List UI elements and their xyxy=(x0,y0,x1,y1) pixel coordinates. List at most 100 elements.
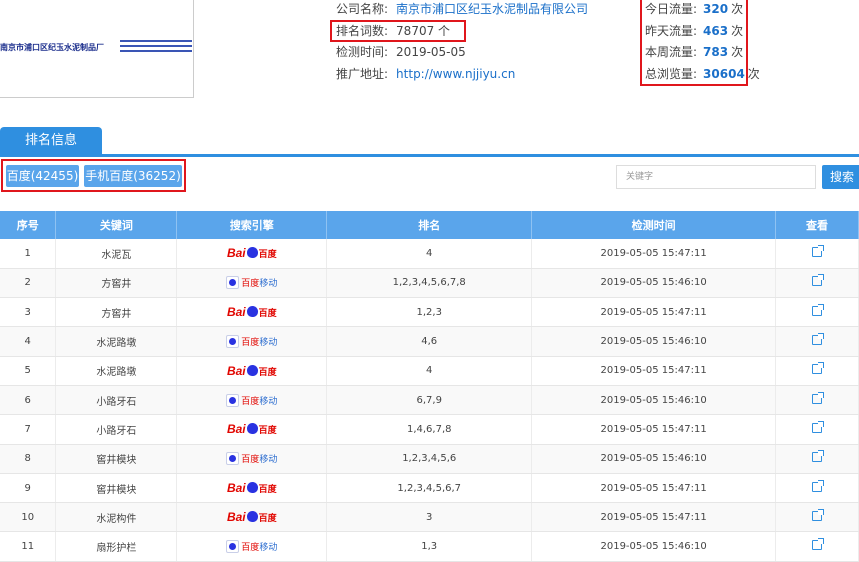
row-engine: 百度移动 xyxy=(176,326,328,357)
company-link[interactable]: 南京市浦口区纪玉水泥制品有限公司 xyxy=(396,2,588,16)
baidu-logo-bai: Bai xyxy=(226,481,246,496)
row-keyword: 窖井模块 xyxy=(55,473,178,504)
row-time: 2019-05-05 15:46:10 xyxy=(531,326,777,357)
row-keyword: 小路牙石 xyxy=(55,414,178,445)
row-time: 2019-05-05 15:47:11 xyxy=(531,502,777,533)
baidu-logo-du: 百度 xyxy=(258,309,277,320)
row-engine: Bai 百度 xyxy=(176,502,328,533)
row-no: 4 xyxy=(0,326,57,357)
row-view xyxy=(775,473,859,504)
row-view xyxy=(775,356,859,386)
table-row: 7 小路牙石 Bai 百度 1,4,6,7,8 2019-05-05 15:47:11 xyxy=(0,414,859,445)
table-header-row: 序号 关键词 搜索引擎 排名 检测时间 查看 xyxy=(0,211,859,239)
baidu-mobile-text-a: 百度 xyxy=(241,396,260,407)
baidu-logo-bai: Bai xyxy=(226,422,246,437)
row-no: 5 xyxy=(0,356,57,386)
baidu-mobile-text-b: 移动 xyxy=(259,338,278,349)
baidu-logo-du: 百度 xyxy=(258,250,277,261)
external-link-icon[interactable] xyxy=(812,450,824,463)
row-keyword: 水泥构件 xyxy=(55,502,178,533)
row-engine: 百度移动 xyxy=(176,385,328,416)
baidu-mobile-logo-icon: 百度移动 xyxy=(226,335,278,349)
baidu-logo-bai: Bai xyxy=(226,363,246,378)
row-rank: 4 xyxy=(326,356,533,386)
row-no: 2 xyxy=(0,268,57,299)
row-view xyxy=(775,414,859,445)
row-view xyxy=(775,531,859,562)
row-engine: Bai 百度 xyxy=(176,239,328,269)
row-rank: 3 xyxy=(326,502,533,533)
external-link-icon[interactable] xyxy=(812,274,824,287)
external-link-icon[interactable] xyxy=(812,244,824,257)
baidu-paw-icon xyxy=(246,482,258,494)
baidu-mobile-text-b: 移动 xyxy=(259,279,278,290)
baidu-paw-icon xyxy=(246,423,258,435)
row-time: 2019-05-05 15:46:10 xyxy=(531,385,777,416)
header-time: 检测时间 xyxy=(531,211,777,239)
company-label: 公司名称: xyxy=(336,2,389,16)
external-link-icon[interactable] xyxy=(812,362,824,375)
check-date-label: 检测时间: xyxy=(336,45,389,59)
baidu-mobile-text-b: 移动 xyxy=(259,455,278,466)
row-view xyxy=(775,502,859,533)
baidu-logo-icon: Bai 百度 xyxy=(227,246,277,260)
external-link-icon[interactable] xyxy=(812,303,824,316)
baidu-mobile-text-b: 移动 xyxy=(259,396,278,407)
engine-filter-highlight xyxy=(1,159,186,192)
baidu-logo-icon: Bai 百度 xyxy=(227,481,277,495)
external-link-icon[interactable] xyxy=(812,508,824,521)
external-link-icon[interactable] xyxy=(812,538,824,551)
row-time: 2019-05-05 15:47:11 xyxy=(531,414,777,445)
table-row: 9 窖井模块 Bai 百度 1,2,3,4,5,6,7 2019-05-05 15:47:… xyxy=(0,473,859,504)
baidu-logo-du: 百度 xyxy=(258,514,277,525)
table-row: 8 窖井模块 百度移动 1,2,3,4,5,6 2019-05-05 15:46:10 xyxy=(0,444,859,474)
external-link-icon[interactable] xyxy=(812,420,824,433)
logo-company-name: 南京市浦口区纪玉水泥制品厂 xyxy=(0,42,104,52)
header-engine: 搜索引擎 xyxy=(176,211,328,239)
tab-underline xyxy=(0,154,859,157)
baidu-mobile-square-icon xyxy=(226,393,240,407)
row-view xyxy=(775,239,859,269)
keyword-search-input[interactable]: 关键字 xyxy=(616,165,816,189)
row-view xyxy=(775,326,859,357)
row-no: 1 xyxy=(0,239,57,269)
row-view xyxy=(775,385,859,416)
row-time: 2019-05-05 15:47:11 xyxy=(531,473,777,504)
baidu-mobile-square-icon xyxy=(226,452,240,466)
row-engine: Bai 百度 xyxy=(176,414,328,445)
check-date-row: 检测时间: 2019-05-05 xyxy=(336,44,466,60)
baidu-paw-icon xyxy=(246,306,258,318)
promo-url-link[interactable]: http://www.njjiyu.cn xyxy=(396,67,515,81)
search-button[interactable]: 搜索 xyxy=(822,165,859,189)
table-row: 3 方窖井 Bai 百度 1,2,3 2019-05-05 15:47:11 xyxy=(0,297,859,328)
row-engine: 百度移动 xyxy=(176,268,328,299)
table-row: 4 水泥路墩 百度移动 4,6 2019-05-05 15:46:10 xyxy=(0,326,859,357)
row-time: 2019-05-05 15:47:11 xyxy=(531,356,777,386)
row-no: 6 xyxy=(0,385,57,416)
table-row: 1 水泥瓦 Bai 百度 4 2019-05-05 15:47:11 xyxy=(0,239,859,269)
row-keyword: 窖井模块 xyxy=(55,444,178,474)
promo-url-row: 推广地址: http://www.njjiyu.cn xyxy=(336,66,515,82)
row-engine: Bai 百度 xyxy=(176,297,328,328)
external-link-icon[interactable] xyxy=(812,333,824,346)
row-rank: 6,7,9 xyxy=(326,385,533,416)
tab-ranking-info[interactable]: 排名信息 xyxy=(0,127,102,155)
row-view xyxy=(775,268,859,299)
baidu-mobile-logo-icon: 百度移动 xyxy=(226,393,278,407)
row-no: 10 xyxy=(0,502,57,533)
row-time: 2019-05-05 15:46:10 xyxy=(531,268,777,299)
traffic-total-unit: 次 xyxy=(747,67,760,81)
row-rank: 1,2,3,4,5,6 xyxy=(326,444,533,474)
baidu-logo-du: 百度 xyxy=(258,485,277,496)
row-rank: 1,2,3,4,5,6,7,8 xyxy=(326,268,533,299)
external-link-icon[interactable] xyxy=(812,479,824,492)
baidu-logo-bai: Bai xyxy=(226,305,246,320)
row-rank: 1,3 xyxy=(326,531,533,562)
external-link-icon[interactable] xyxy=(812,391,824,404)
row-no: 11 xyxy=(0,531,57,562)
baidu-logo-bai: Bai xyxy=(226,510,246,525)
baidu-mobile-text-a: 百度 xyxy=(241,455,260,466)
table-row: 11 扇形护栏 百度移动 1,3 2019-05-05 15:46:10 xyxy=(0,531,859,562)
baidu-logo-du: 百度 xyxy=(258,426,277,437)
baidu-mobile-text-a: 百度 xyxy=(241,279,260,290)
